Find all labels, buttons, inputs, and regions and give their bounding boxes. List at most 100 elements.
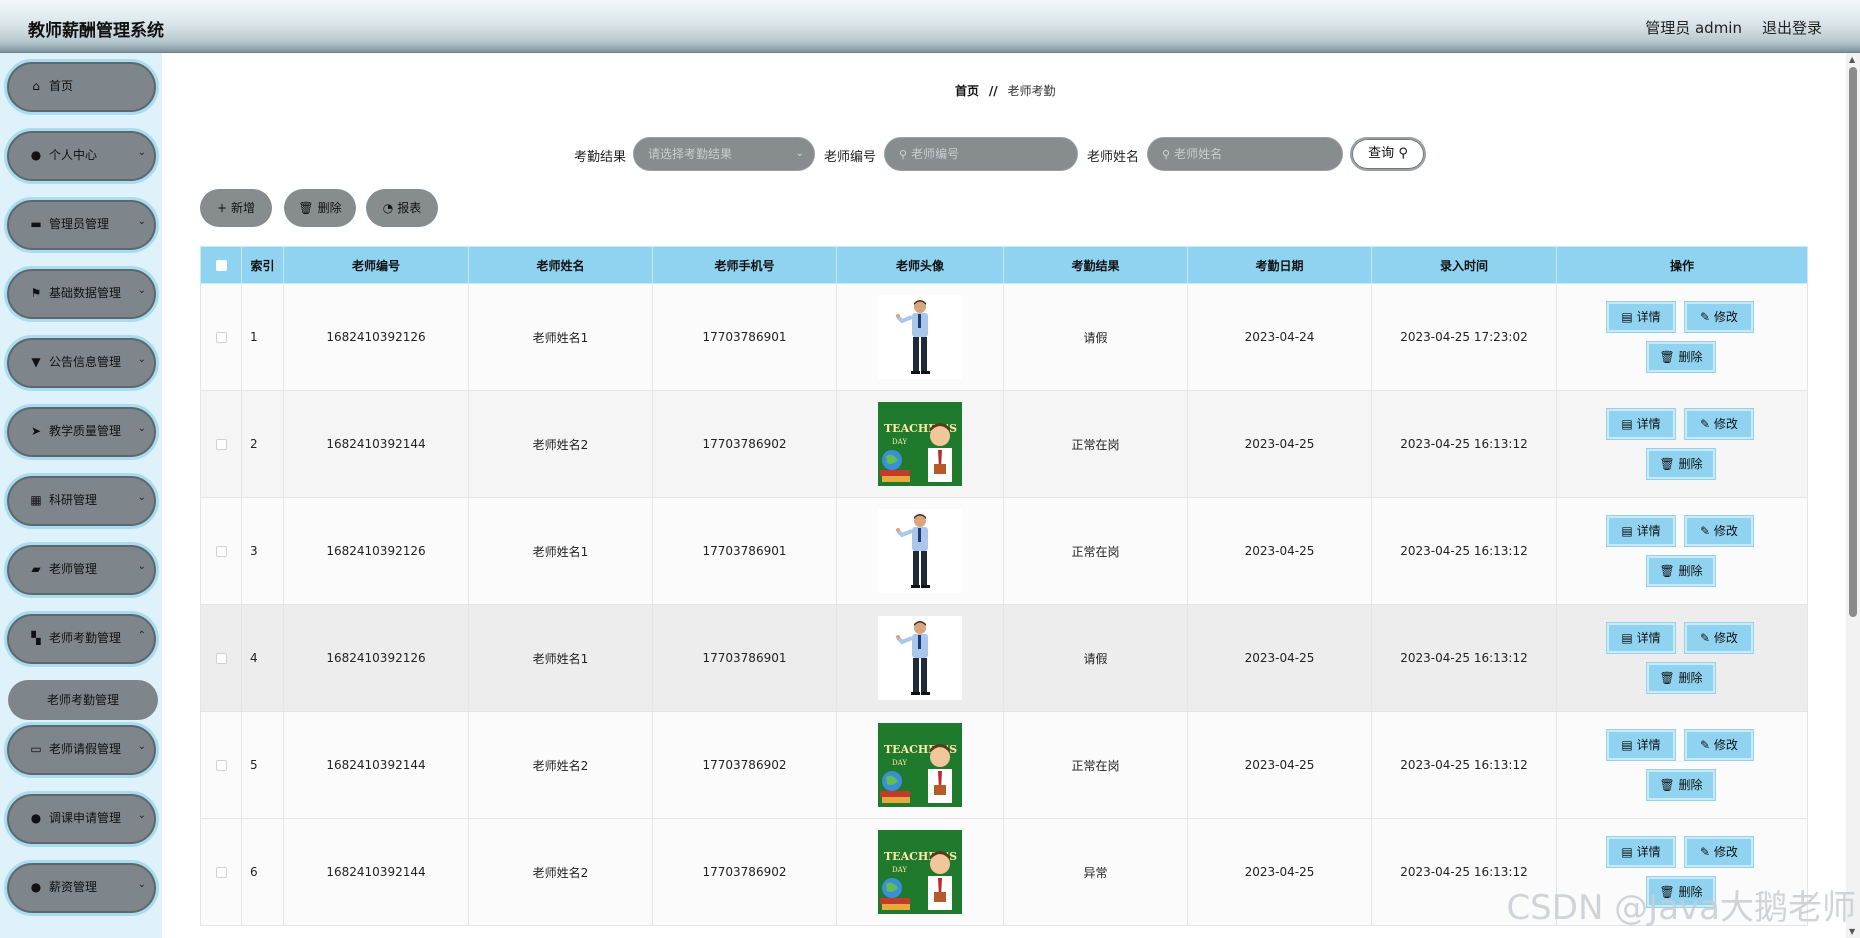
- sidebar-item-label: 薪资管理: [49, 880, 98, 894]
- select-all-checkbox[interactable]: [215, 260, 227, 271]
- chevron-icon: ⌄: [137, 147, 146, 158]
- edit-button[interactable]: ✎ 修改: [1685, 302, 1753, 332]
- batch-delete-button[interactable]: 🗑 删除: [284, 189, 356, 227]
- edit-button[interactable]: ✎ 修改: [1685, 730, 1753, 760]
- cell-avatar: [836, 604, 1004, 712]
- edit-label: 修改: [1713, 310, 1738, 324]
- sidebar-item[interactable]: ▚ 老师考勤管理 ⌃: [4, 611, 159, 667]
- cell-teacher-no: 1682410392126: [283, 283, 469, 391]
- detail-button[interactable]: ▤ 详情: [1607, 730, 1675, 760]
- delete-button[interactable]: 🗑 删除: [1647, 556, 1715, 586]
- sidebar-item[interactable]: ● 调课申请管理 ⌄: [4, 791, 159, 847]
- add-button[interactable]: + 新增: [200, 189, 272, 227]
- edit-label: 修改: [1713, 631, 1738, 645]
- teacher-name-input[interactable]: ⚲ 老师姓名: [1147, 137, 1343, 171]
- cell-teacher-name: 老师姓名1: [468, 283, 653, 391]
- edit-button[interactable]: ✎ 修改: [1685, 409, 1753, 439]
- sidebar-item[interactable]: ● 个人中心 ⌄: [4, 128, 159, 184]
- sidebar-item-label: 调课申请管理: [49, 811, 122, 825]
- send-icon: ➤: [30, 424, 42, 438]
- delete-button[interactable]: 🗑 删除: [1647, 770, 1715, 800]
- add-button-label: 新增: [231, 201, 256, 215]
- monitor-icon: ▭: [30, 742, 42, 756]
- row-checkbox[interactable]: [215, 546, 227, 557]
- breadcrumb-home[interactable]: 首页: [955, 84, 979, 98]
- cell-index: 6: [241, 818, 284, 926]
- edit-label: 修改: [1713, 845, 1738, 859]
- teacher-name-label: 老师姓名: [1087, 150, 1140, 165]
- edit-button[interactable]: ✎ 修改: [1685, 623, 1753, 653]
- edit-label: 修改: [1713, 417, 1738, 431]
- row-select-cell[interactable]: [200, 390, 242, 498]
- select-all-cell[interactable]: [200, 246, 242, 284]
- cell-operations: ▤ 详情 ✎ 修改 🗑 删除: [1556, 711, 1808, 819]
- row-checkbox[interactable]: [215, 760, 227, 771]
- chevron-icon: ⌄: [137, 879, 146, 890]
- delete-button[interactable]: 🗑 删除: [1647, 663, 1715, 693]
- flag-icon: ⚑: [30, 286, 42, 300]
- sidebar-subitem-attendance[interactable]: 老师考勤管理: [8, 680, 158, 720]
- sidebar-item[interactable]: ▭ 老师请假管理 ⌄: [4, 722, 159, 778]
- row-select-cell[interactable]: [200, 604, 242, 712]
- detail-button[interactable]: ▤ 详情: [1607, 302, 1675, 332]
- sidebar-item[interactable]: ⌂ 首页: [4, 59, 159, 115]
- cell-teacher-no: 1682410392144: [283, 818, 469, 926]
- row-select-cell[interactable]: [200, 818, 242, 926]
- sidebar-item-label: 老师请假管理: [49, 742, 122, 756]
- sidebar-item[interactable]: ● 薪资管理 ⌄: [4, 860, 159, 916]
- cell-date: 2023-04-25: [1187, 818, 1372, 926]
- cell-created: 2023-04-25 16:13:12: [1371, 604, 1557, 712]
- svg-text:DAY: DAY: [892, 866, 907, 874]
- edit-button[interactable]: ✎ 修改: [1685, 837, 1753, 867]
- delete-label: 删除: [1678, 457, 1703, 471]
- detail-button[interactable]: ▤ 详情: [1607, 409, 1675, 439]
- teacher-photo-image: [878, 295, 962, 379]
- home-icon: ⌂: [32, 79, 40, 93]
- logout-link[interactable]: 退出登录: [1762, 17, 1822, 38]
- current-user: 管理员 admin: [1645, 19, 1742, 37]
- row-checkbox[interactable]: [215, 439, 227, 450]
- sidebar-item[interactable]: ▦ 科研管理 ⌄: [4, 473, 159, 529]
- sidebar-item[interactable]: ➤ 教学质量管理 ⌄: [4, 404, 159, 460]
- row-checkbox[interactable]: [215, 332, 227, 343]
- row-checkbox[interactable]: [215, 867, 227, 878]
- cell-created: 2023-04-25 16:13:12: [1371, 497, 1557, 605]
- sidebar-item-label: 老师管理: [49, 562, 98, 576]
- row-select-cell[interactable]: [200, 497, 242, 605]
- detail-label: 详情: [1636, 310, 1661, 324]
- trash-icon: 🗑: [1659, 564, 1679, 578]
- file-icon: ▤: [1621, 310, 1637, 324]
- query-button[interactable]: 查询 ⚲: [1350, 137, 1426, 171]
- delete-button[interactable]: 🗑 删除: [1647, 342, 1715, 372]
- detail-button[interactable]: ▤ 详情: [1607, 837, 1675, 867]
- row-checkbox[interactable]: [215, 653, 227, 664]
- detail-button[interactable]: ▤ 详情: [1607, 516, 1675, 546]
- sidebar: ⌂ 首页 ● 个人中心 ⌄ ▬ 管理员管理 ⌄ ⚑ 基础数据管理 ⌄ ▼ 公告信息管理 ⌄ ➤ 教学质量管理 ⌄…: [0, 53, 162, 938]
- vertical-scrollbar[interactable]: ▲ ▼: [1846, 53, 1860, 938]
- edit-label: 修改: [1713, 738, 1738, 752]
- teachers-day-poster-image: TEACHER'SDAY: [878, 830, 962, 914]
- detail-label: 详情: [1636, 845, 1661, 859]
- cell-result: 请假: [1003, 283, 1188, 391]
- report-button[interactable]: ◔ 报表: [366, 189, 438, 227]
- user-icon: ●: [30, 148, 42, 162]
- row-select-cell[interactable]: [200, 283, 242, 391]
- teacher-id-input[interactable]: ⚲ 老师编号: [884, 137, 1078, 171]
- sidebar-item[interactable]: ⚑ 基础数据管理 ⌄: [4, 266, 159, 322]
- scroll-up-icon[interactable]: ▲: [1849, 55, 1855, 64]
- cell-result: 正常在岗: [1003, 390, 1188, 498]
- sidebar-item[interactable]: ▰ 老师管理 ⌄: [4, 542, 159, 598]
- cell-teacher-no: 1682410392126: [283, 604, 469, 712]
- cell-result: 请假: [1003, 604, 1188, 712]
- file-icon: ▤: [1621, 417, 1637, 431]
- row-select-cell[interactable]: [200, 711, 242, 819]
- edit-button[interactable]: ✎ 修改: [1685, 516, 1753, 546]
- detail-button[interactable]: ▤ 详情: [1607, 623, 1675, 653]
- result-filter-label: 考勤结果: [574, 150, 627, 165]
- sidebar-item[interactable]: ▼ 公告信息管理 ⌄: [4, 335, 159, 391]
- sidebar-item[interactable]: ▬ 管理员管理 ⌄: [4, 197, 159, 253]
- result-select[interactable]: 请选择考勤结果 ⌄: [633, 137, 815, 171]
- delete-button[interactable]: 🗑 删除: [1647, 449, 1715, 479]
- breadcrumb-separator: //: [988, 84, 998, 98]
- scrollbar-thumb[interactable]: [1849, 67, 1857, 617]
